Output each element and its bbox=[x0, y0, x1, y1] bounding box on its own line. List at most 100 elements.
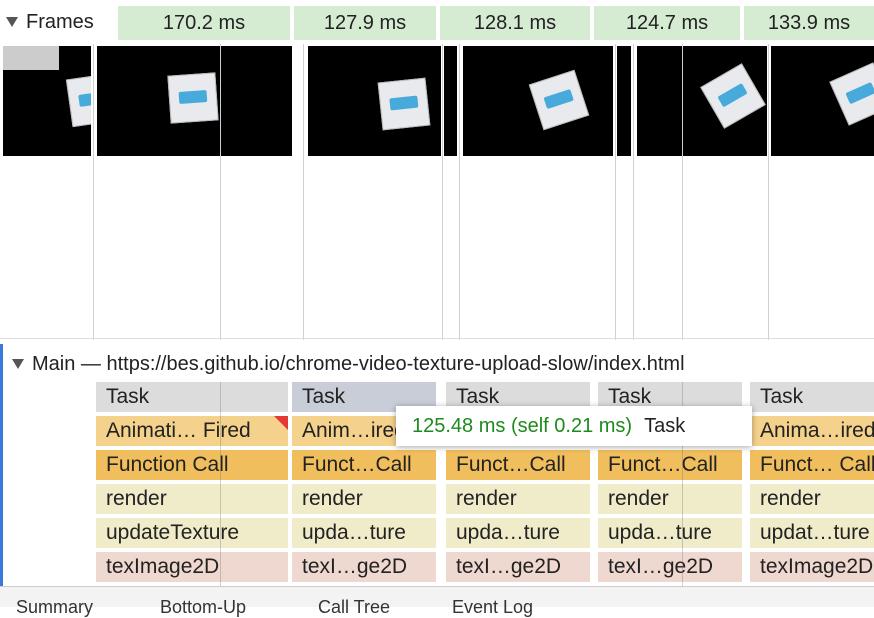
tooltip-event-name: Task bbox=[644, 414, 686, 437]
flame-label: Task bbox=[106, 385, 150, 408]
thumbnail-overlay bbox=[3, 46, 59, 70]
tooltip-duration: 125.48 ms (self 0.21 ms) bbox=[412, 414, 633, 437]
frame-duration-label: 127.9 ms bbox=[323, 11, 407, 34]
flame-label: Funct…Call bbox=[608, 453, 718, 476]
cube-image bbox=[528, 69, 590, 131]
frame-boundary-line bbox=[442, 44, 443, 340]
frame-thumbnail[interactable] bbox=[444, 46, 457, 156]
main-track-title: Main — https://bes.github.io/chrome-vide… bbox=[32, 352, 685, 375]
flame-teximage2d[interactable]: texI…ge2D bbox=[446, 552, 590, 582]
collapse-triangle-icon bbox=[6, 17, 18, 27]
cube-image bbox=[829, 62, 874, 126]
frame-duration-label: 124.7 ms bbox=[625, 11, 709, 34]
tab-summary[interactable]: Summary bbox=[16, 597, 93, 618]
flame-label: Task bbox=[302, 385, 346, 408]
flame-label: Funct… Call bbox=[760, 453, 874, 476]
frame-thumbnail[interactable] bbox=[617, 46, 631, 156]
flame-label: texI…ge2D bbox=[302, 555, 408, 578]
flame-render[interactable]: render bbox=[96, 484, 288, 514]
flame-label: Anim…ired bbox=[302, 419, 406, 442]
frame-duration-3[interactable]: 128.1 ms bbox=[440, 6, 590, 40]
frame-thumbnail[interactable] bbox=[771, 46, 874, 156]
flame-label: render bbox=[106, 487, 167, 510]
track-divider bbox=[0, 338, 874, 339]
frame-boundary-line bbox=[633, 44, 634, 340]
frame-boundary-line bbox=[682, 44, 683, 340]
flame-update-texture[interactable]: upda…ture bbox=[598, 518, 742, 548]
flame-function-call[interactable]: Function Call bbox=[96, 450, 288, 480]
cube-image bbox=[377, 77, 431, 131]
flame-update-texture[interactable]: upda…ture bbox=[292, 518, 436, 548]
flame-label: texImage2D bbox=[760, 555, 874, 578]
flame-function-call[interactable]: Funct…Call bbox=[292, 450, 436, 480]
flame-label: Animati… Fired bbox=[106, 419, 251, 442]
frame-thumbnail[interactable] bbox=[463, 46, 613, 156]
flame-animation-frame-fired[interactable]: Anima…ired bbox=[750, 416, 874, 446]
cube-image bbox=[65, 72, 91, 128]
frame-duration-2[interactable]: 127.9 ms bbox=[294, 6, 436, 40]
tab-call-tree[interactable]: Call Tree bbox=[318, 597, 390, 618]
main-track-toggle[interactable]: Main — https://bes.github.io/chrome-vide… bbox=[12, 350, 685, 378]
cube-image bbox=[700, 63, 766, 129]
flame-function-call[interactable]: Funct… Call bbox=[750, 450, 874, 480]
flame-task[interactable]: Task bbox=[750, 382, 874, 412]
tab-bottom-up[interactable]: Bottom-Up bbox=[160, 597, 246, 618]
flame-update-texture[interactable]: updateTexture bbox=[96, 518, 288, 548]
flame-task[interactable]: Task bbox=[96, 382, 288, 412]
frame-thumbnail[interactable] bbox=[308, 46, 441, 156]
frame-boundary-line bbox=[303, 44, 304, 340]
cube-image bbox=[167, 72, 219, 124]
frame-thumbnail[interactable] bbox=[3, 46, 91, 156]
frame-boundary-line bbox=[768, 44, 769, 340]
flame-label: Funct…Call bbox=[456, 453, 566, 476]
tab-event-log[interactable]: Event Log bbox=[452, 597, 533, 618]
frame-boundary-line bbox=[459, 44, 460, 340]
frame-boundary-line bbox=[220, 382, 221, 586]
flame-label: upda…ture bbox=[456, 521, 560, 544]
flame-teximage2d[interactable]: texI…ge2D bbox=[598, 552, 742, 582]
flame-label: upda…ture bbox=[608, 521, 712, 544]
flame-label: texImage2D bbox=[106, 555, 220, 578]
flame-label: Function Call bbox=[106, 453, 229, 476]
flame-update-texture[interactable]: updat…ture bbox=[750, 518, 874, 548]
flame-teximage2d[interactable]: texImage2D bbox=[96, 552, 288, 582]
frame-duration-4[interactable]: 124.7 ms bbox=[594, 6, 740, 40]
flame-label: render bbox=[456, 487, 517, 510]
flame-function-call[interactable]: Funct…Call bbox=[598, 450, 742, 480]
flame-label: render bbox=[760, 487, 821, 510]
frames-track-toggle[interactable]: Frames bbox=[6, 8, 94, 36]
flame-function-call[interactable]: Funct…Call bbox=[446, 450, 590, 480]
flame-label: render bbox=[608, 487, 669, 510]
frames-track-label: Frames bbox=[26, 10, 94, 33]
frame-duration-label: 133.9 ms bbox=[767, 11, 851, 34]
frame-duration-label: 128.1 ms bbox=[473, 11, 557, 34]
frame-boundary-line bbox=[93, 44, 94, 340]
flame-teximage2d[interactable]: texI…ge2D bbox=[292, 552, 436, 582]
frame-thumbnail[interactable] bbox=[637, 46, 767, 156]
details-tab-strip: Summary Bottom-Up Call Tree Event Log bbox=[0, 586, 874, 617]
flame-render[interactable]: render bbox=[598, 484, 742, 514]
frame-boundary-line bbox=[220, 44, 221, 340]
flame-label: texI…ge2D bbox=[608, 555, 714, 578]
flame-teximage2d[interactable]: texImage2D bbox=[750, 552, 874, 582]
flame-label: texI…ge2D bbox=[456, 555, 562, 578]
frame-duration-1[interactable]: 170.2 ms bbox=[118, 6, 290, 40]
frame-thumbnail[interactable] bbox=[97, 46, 292, 156]
warning-corner-icon bbox=[274, 416, 288, 430]
flame-label: Funct…Call bbox=[302, 453, 412, 476]
flame-label: updat…ture bbox=[760, 521, 870, 544]
flame-update-texture[interactable]: upda…ture bbox=[446, 518, 590, 548]
flame-label: upda…ture bbox=[302, 521, 406, 544]
frame-duration-label: 170.2 ms bbox=[162, 11, 246, 34]
flame-label: Anima…ired bbox=[760, 419, 874, 442]
flame-render[interactable]: render bbox=[446, 484, 590, 514]
flame-render[interactable]: render bbox=[292, 484, 436, 514]
flame-label: render bbox=[302, 487, 363, 510]
flame-tooltip: 125.48 ms (self 0.21 ms) Task bbox=[396, 406, 752, 446]
frame-boundary-line bbox=[615, 44, 616, 340]
flame-animation-frame-fired[interactable]: Animati… Fired bbox=[96, 416, 288, 446]
collapse-triangle-icon bbox=[12, 359, 24, 369]
flame-label: Task bbox=[760, 385, 804, 408]
frame-duration-5[interactable]: 133.9 ms bbox=[744, 6, 874, 40]
flame-render[interactable]: render bbox=[750, 484, 874, 514]
